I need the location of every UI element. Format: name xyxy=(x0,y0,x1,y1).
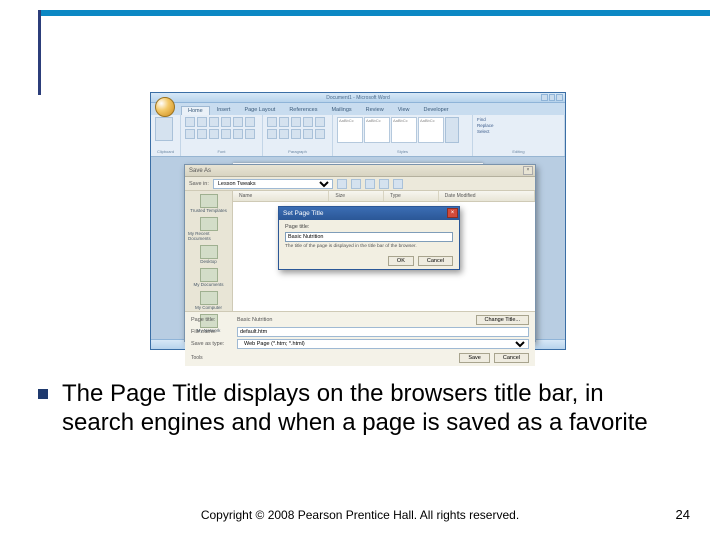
tab-references[interactable]: References xyxy=(282,105,324,115)
group-clipboard: Clipboard xyxy=(151,115,181,156)
folder-icon xyxy=(200,217,218,231)
ok-button[interactable]: OK xyxy=(388,256,414,266)
place-trusted[interactable]: Trusted Templates xyxy=(187,193,230,214)
place-computer[interactable]: My Computer xyxy=(187,290,230,311)
square-bullet-icon xyxy=(38,389,48,399)
ribbon-tabs[interactable]: Home Insert Page Layout References Maili… xyxy=(151,103,565,115)
office-button[interactable] xyxy=(155,97,175,117)
slide-top-rule xyxy=(38,10,710,16)
style-box[interactable]: AaBbCc xyxy=(391,117,417,143)
page-number: 24 xyxy=(676,507,690,522)
window-controls[interactable] xyxy=(541,94,563,101)
save-button[interactable]: Save xyxy=(459,353,490,363)
spt-hint: The title of the page is displayed in th… xyxy=(285,244,453,250)
cancel-button[interactable]: Cancel xyxy=(418,256,453,266)
places-bar: Trusted Templates My Recent Documents De… xyxy=(185,191,233,311)
spt-field-label: Page title: xyxy=(285,224,453,230)
style-box[interactable]: AaBbCc xyxy=(337,117,363,143)
savein-label: Save in: xyxy=(189,181,209,187)
newfolder-icon[interactable] xyxy=(379,179,389,189)
place-mydocs[interactable]: My Documents xyxy=(187,267,230,288)
copyright-text: Copyright © 2008 Pearson Prentice Hall. … xyxy=(0,508,720,522)
slide-left-rule xyxy=(38,10,41,95)
embedded-screenshot: Document1 - Microsoft Word Home Insert P… xyxy=(150,92,566,350)
cancel-button[interactable]: Cancel xyxy=(494,353,529,363)
up-icon[interactable] xyxy=(351,179,361,189)
save-as-toolbar: Save in: Lesson Tweaks xyxy=(185,177,535,191)
tab-home[interactable]: Home xyxy=(181,106,210,115)
set-page-title-dialog: Set Page Title × Page title: The title o… xyxy=(278,206,460,270)
folder-icon xyxy=(200,194,218,208)
style-box[interactable]: AaBbCc xyxy=(418,117,444,143)
change-title-button[interactable]: Change Title... xyxy=(476,315,529,325)
delete-icon[interactable] xyxy=(365,179,375,189)
font-icon[interactable] xyxy=(185,117,195,127)
tab-developer[interactable]: Developer xyxy=(417,105,456,115)
tab-insert[interactable]: Insert xyxy=(210,105,238,115)
group-font: Font xyxy=(181,115,263,156)
group-editing: Find Replace Select Editing xyxy=(473,115,565,156)
folder-icon xyxy=(200,245,218,259)
views-icon[interactable] xyxy=(393,179,403,189)
back-icon[interactable] xyxy=(337,179,347,189)
tab-mailings[interactable]: Mailings xyxy=(324,105,358,115)
close-icon[interactable]: × xyxy=(447,208,458,218)
save-as-bottom: Page title: Basic Nutrition Change Title… xyxy=(185,311,535,366)
ribbon: Clipboard Font Paragraph AaBbCc A xyxy=(151,115,565,157)
savein-select[interactable]: Lesson Tweaks xyxy=(213,179,333,189)
bullet-row: The Page Title displays on the browsers … xyxy=(38,380,680,438)
close-icon[interactable]: × xyxy=(523,166,533,175)
tab-review[interactable]: Review xyxy=(359,105,391,115)
word-title-text: Document1 - Microsoft Word xyxy=(326,95,390,101)
spt-field-input[interactable] xyxy=(285,232,453,242)
save-as-titlebar: Save As × xyxy=(185,165,535,177)
filename-input[interactable] xyxy=(237,327,529,337)
place-recent[interactable]: My Recent Documents xyxy=(187,216,230,242)
paste-icon[interactable] xyxy=(155,117,173,141)
tab-pagelayout[interactable]: Page Layout xyxy=(237,105,282,115)
spt-titlebar: Set Page Title × xyxy=(279,207,459,220)
pagetitle-label: Page title: xyxy=(191,317,233,323)
group-styles: AaBbCc AaBbCc AaBbCc AaBbCc Styles xyxy=(333,115,473,156)
tab-view[interactable]: View xyxy=(391,105,417,115)
savetype-label: Save as type: xyxy=(191,341,233,347)
pagetitle-value: Basic Nutrition xyxy=(237,317,472,323)
folder-icon xyxy=(200,291,218,305)
group-paragraph: Paragraph xyxy=(263,115,333,156)
tools-menu[interactable]: Tools xyxy=(191,353,203,363)
word-titlebar: Document1 - Microsoft Word xyxy=(151,93,565,103)
file-list-header: Name Size Type Date Modified xyxy=(233,191,535,202)
place-desktop[interactable]: Desktop xyxy=(187,244,230,265)
savetype-select[interactable]: Web Page (*.htm; *.html) xyxy=(237,339,529,349)
bullet-text: The Page Title displays on the browsers … xyxy=(62,380,680,438)
folder-icon xyxy=(200,268,218,282)
filename-label: File name: xyxy=(191,329,233,335)
style-box[interactable]: AaBbCc xyxy=(364,117,390,143)
styles-expand-icon[interactable] xyxy=(445,117,459,143)
